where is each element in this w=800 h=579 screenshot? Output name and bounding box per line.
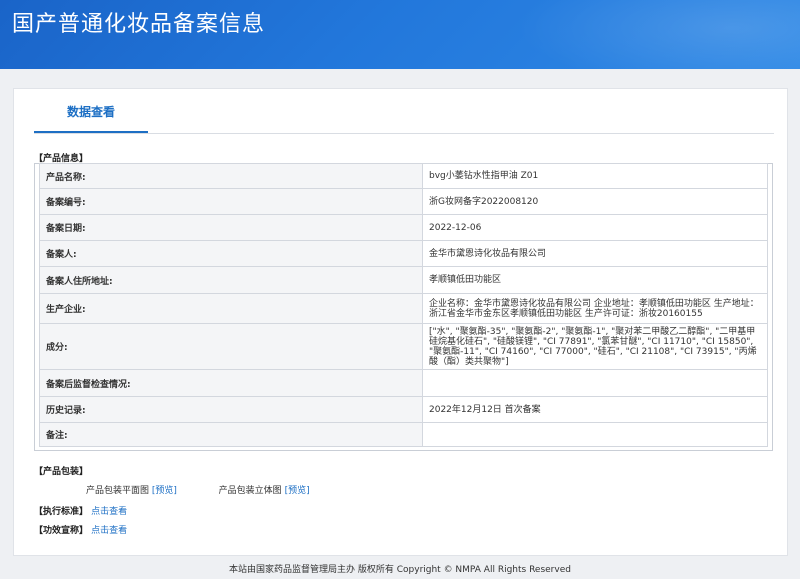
row-value: 2022年12月12日 首次备案 xyxy=(422,396,768,423)
table-row: 生产企业: 企业名称：金华市黛恩诗化妆品有限公司 企业地址：孝顺镇低田功能区 生… xyxy=(39,293,768,324)
row-label: 历史记录: xyxy=(39,396,423,423)
page-header: 国产普通化妆品备案信息 xyxy=(0,0,800,69)
packaging-row: 产品包装平面图 [预览] 产品包装立体图 [预览] xyxy=(86,483,310,496)
row-label: 备案人: xyxy=(39,240,423,267)
table-row: 备案编号: 浙G妆网备字2022008120 xyxy=(39,188,768,215)
table-row: 备案人: 金华市黛恩诗化妆品有限公司 xyxy=(39,240,768,267)
row-label: 生产企业: xyxy=(39,293,423,324)
row-value xyxy=(422,369,768,397)
packaging-solid-preview-link[interactable]: [预览] xyxy=(285,486,310,496)
row-label: 成分: xyxy=(39,323,423,370)
standard-view-link[interactable]: 点击查看 xyxy=(91,507,127,517)
tab-data-view[interactable]: 数据查看 xyxy=(34,103,148,133)
row-label: 备案日期: xyxy=(39,214,423,241)
table-row: 历史记录: 2022年12月12日 首次备案 xyxy=(39,396,768,423)
packaging-flat-label: 产品包装平面图 xyxy=(86,486,150,496)
row-value: ["水", "聚氨酯-35", "聚氨酯-2", "聚氨酯-1", "聚对苯二甲… xyxy=(422,323,768,370)
page-footer: 本站由国家药品监督管理局主办 版权所有 Copyright © NMPA All… xyxy=(229,565,571,575)
product-info-table: 产品名称: bvg小萎钻水性指甲油 Z01 备案编号: 浙G妆网备字202200… xyxy=(39,163,768,447)
row-value: bvg小萎钻水性指甲油 Z01 xyxy=(422,163,768,189)
row-label: 备注: xyxy=(39,422,423,447)
content-card: 数据查看 【产品信息】 产品名称: bvg小萎钻水性指甲油 Z01 备案编号: … xyxy=(13,88,788,556)
section-label-packaging: 【产品包装】 xyxy=(34,467,89,477)
row-label: 备案人住所地址: xyxy=(39,266,423,294)
row-label: 产品名称: xyxy=(39,163,423,189)
row-value: 企业名称：金华市黛恩诗化妆品有限公司 企业地址：孝顺镇低田功能区 生产地址：浙江… xyxy=(422,293,768,324)
section-label-standard: 【执行标准】 点击查看 xyxy=(34,504,127,517)
row-value: 浙G妆网备字2022008120 xyxy=(422,188,768,215)
table-row: 备注: xyxy=(39,422,768,447)
packaging-solid-label: 产品包装立体图 xyxy=(218,486,282,496)
efficacy-view-link[interactable]: 点击查看 xyxy=(91,526,127,536)
tab-bar: 数据查看 xyxy=(34,89,774,134)
table-row: 成分: ["水", "聚氨酯-35", "聚氨酯-2", "聚氨酯-1", "聚… xyxy=(39,323,768,370)
table-row: 产品名称: bvg小萎钻水性指甲油 Z01 xyxy=(39,163,768,189)
row-value: 孝顺镇低田功能区 xyxy=(422,266,768,294)
row-value: 2022-12-06 xyxy=(422,214,768,241)
efficacy-label: 【功效宣称】 xyxy=(34,526,89,536)
row-label: 备案后监督检查情况: xyxy=(39,369,423,397)
table-row: 备案人住所地址: 孝顺镇低田功能区 xyxy=(39,266,768,294)
product-info-box: 产品名称: bvg小萎钻水性指甲油 Z01 备案编号: 浙G妆网备字202200… xyxy=(34,163,773,451)
header-decoration xyxy=(480,0,800,69)
table-row: 备案后监督检查情况: xyxy=(39,369,768,397)
row-label: 备案编号: xyxy=(39,188,423,215)
section-label-efficacy: 【功效宣称】 点击查看 xyxy=(34,523,127,536)
row-value xyxy=(422,422,768,447)
page-title: 国产普通化妆品备案信息 xyxy=(12,12,266,37)
table-row: 备案日期: 2022-12-06 xyxy=(39,214,768,241)
packaging-flat-preview-link[interactable]: [预览] xyxy=(152,486,177,496)
row-value: 金华市黛恩诗化妆品有限公司 xyxy=(422,240,768,267)
standard-label: 【执行标准】 xyxy=(34,507,89,517)
